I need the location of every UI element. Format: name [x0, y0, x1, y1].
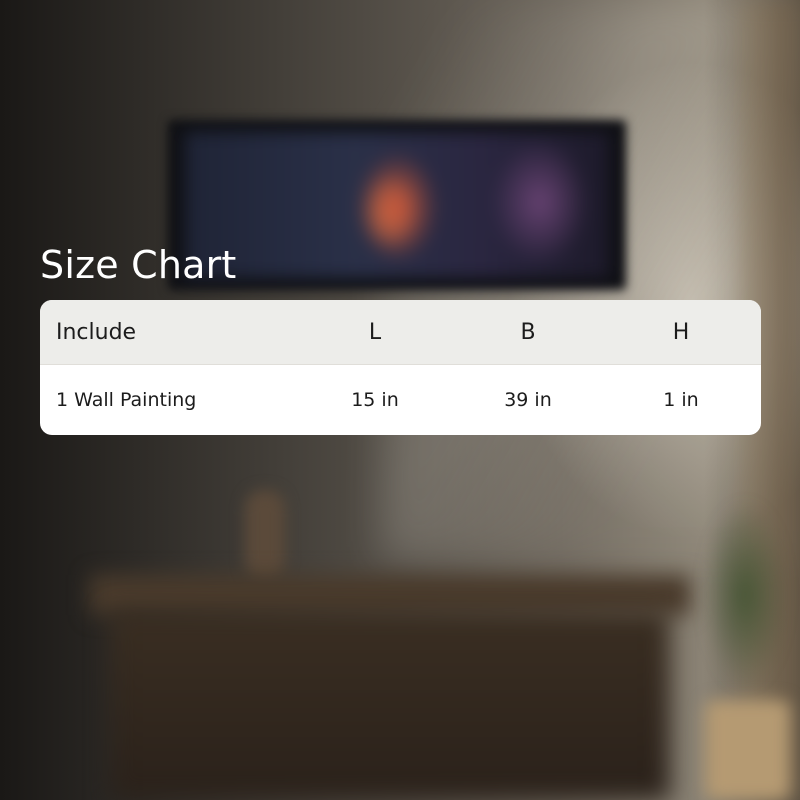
size-table-header-row: Include L B H: [40, 300, 761, 365]
console-table: [110, 610, 670, 800]
header-height: H: [672, 319, 690, 345]
console-table-top: [90, 575, 690, 615]
page-title: Size Chart: [40, 243, 237, 287]
plant-pot: [705, 700, 790, 800]
size-table: Include L B H 1 Wall Painting 15 in 39 i…: [40, 300, 761, 435]
header-breadth: B: [520, 319, 536, 345]
header-include: Include: [56, 319, 137, 345]
cell-length: 15 in: [351, 389, 399, 411]
wall-painting-art: [185, 132, 610, 278]
cell-height: 1 in: [663, 389, 699, 411]
table-row: 1 Wall Painting 15 in 39 in 1 in: [40, 365, 761, 435]
cell-breadth: 39 in: [504, 389, 552, 411]
cell-include: 1 Wall Painting: [56, 389, 197, 411]
header-length: L: [368, 319, 382, 345]
vase: [245, 490, 285, 580]
plant: [690, 470, 800, 720]
